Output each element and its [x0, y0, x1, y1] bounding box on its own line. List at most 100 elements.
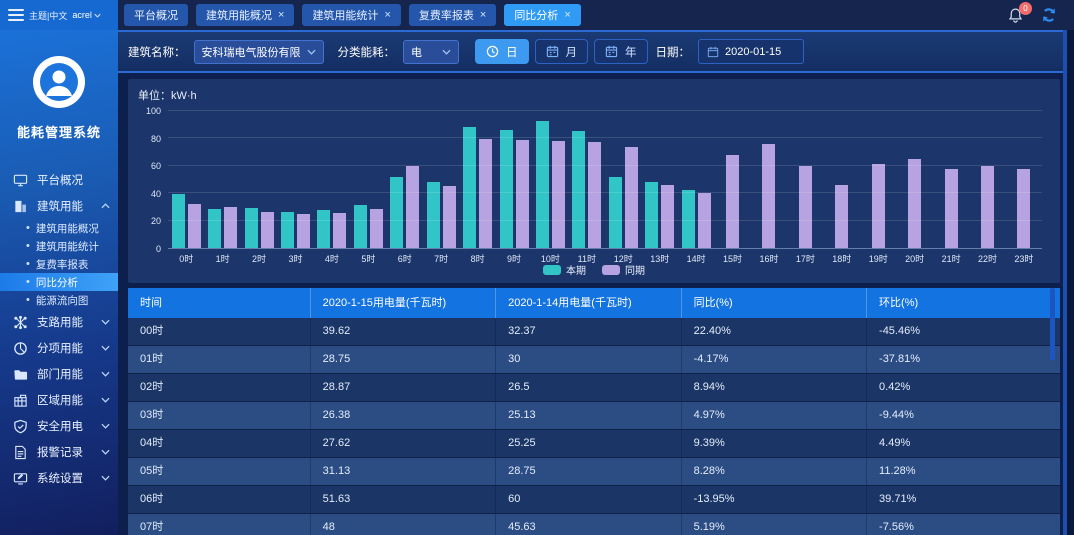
bar-group [896, 111, 932, 248]
sidebar-item[interactable]: 部门用能 [0, 361, 118, 387]
bar-本期 [317, 210, 330, 248]
sidebar-subitem[interactable]: •同比分析 [0, 273, 118, 291]
sidebar-item-label: 安全用电 [37, 418, 92, 434]
legend-label: 同期 [625, 262, 645, 277]
period-button-label: 月 [566, 44, 578, 60]
bar-group [314, 111, 350, 248]
table-cell: 27.62 [311, 430, 496, 457]
bar-同期 [799, 166, 812, 248]
legend-item[interactable]: 同期 [602, 262, 645, 277]
table-row: 06时51.6360-13.95%39.71% [128, 486, 1060, 514]
sidebar-item[interactable]: 安全用电 [0, 413, 118, 439]
period-button-label: 年 [625, 44, 637, 60]
building-select[interactable]: 安科瑞电气股份有限公司A楼 [194, 40, 324, 64]
tab[interactable]: 同比分析 × [504, 4, 580, 26]
table-cell: 48 [311, 514, 496, 535]
table-cell: -37.81% [867, 346, 1060, 373]
user-dropdown[interactable]: acrel [72, 10, 101, 20]
sidebar-subitem[interactable]: •建筑用能统计 [0, 237, 118, 255]
sidebar-item[interactable]: 报警记录 [0, 439, 118, 465]
bar-group [824, 111, 860, 248]
chart-panel: 单位：kW·h 020406080100 0时1时2时3时4时5时6时7时8时9… [128, 79, 1060, 283]
hamburger-menu-icon[interactable] [8, 9, 24, 21]
table-cell: 05时 [128, 458, 311, 485]
sidebar-item[interactable]: 区域用能 [0, 387, 118, 413]
table-cell: 4.97% [682, 402, 867, 429]
tab[interactable]: 复费率报表 × [409, 4, 496, 26]
date-picker[interactable]: 2020-01-15 [698, 39, 804, 64]
pie-icon [13, 341, 28, 356]
table-row: 02时28.8726.58.94%0.42% [128, 374, 1060, 402]
period-button[interactable]: 年 [594, 39, 648, 64]
branch-icon [13, 315, 28, 330]
bar-本期 [208, 209, 221, 248]
bar-同期 [516, 140, 529, 248]
bar-同期 [1017, 169, 1030, 248]
sidebar-subitem-label: 建筑用能概况 [36, 221, 99, 236]
sidebar-subitem[interactable]: •能源流向图 [0, 291, 118, 309]
sidebar-item-label: 建筑用能 [37, 198, 92, 214]
sidebar-item[interactable]: 系统设置 [0, 465, 118, 491]
table-scrollbar-thumb[interactable] [1050, 288, 1055, 360]
period-button[interactable]: 日 [475, 39, 529, 64]
tab[interactable]: 建筑用能统计× [302, 4, 400, 26]
tab-bar: 平台概况 建筑用能概况× 建筑用能统计× 复费率报表 × 同比分析 × [118, 0, 999, 30]
table-header-cell: 2020-1-14用电量(千瓦时) [496, 288, 681, 318]
sidebar-item[interactable]: 支路用能 [0, 309, 118, 335]
tab-close-icon[interactable]: × [480, 10, 486, 21]
topbar: 主题|中文 acrel 平台概况建筑用能概况×建筑用能统计×复费率报表×同比分析… [0, 0, 1074, 30]
bar-group [387, 111, 423, 248]
table-row: 07时4845.635.19%-7.56% [128, 514, 1060, 535]
bar-同期 [981, 166, 994, 248]
table-header-cell: 时间 [128, 288, 311, 318]
bullet-icon: • [26, 240, 30, 252]
bar-同期 [872, 164, 885, 248]
page-scrollbar-thumb[interactable] [1063, 30, 1067, 535]
system-title: 能耗管理系统 [0, 122, 118, 141]
report-icon [13, 445, 28, 460]
sidebar-item[interactable]: 分项用能 [0, 335, 118, 361]
bar-同期 [224, 207, 237, 248]
sidebar-item[interactable]: 平台概况 [0, 167, 118, 193]
table-cell: 5.19% [682, 514, 867, 535]
sidebar-item-label: 平台概况 [37, 172, 110, 188]
table-cell: 22.40% [682, 318, 867, 345]
date-value: 2020-01-15 [725, 46, 781, 58]
bar-本期 [172, 194, 185, 248]
table-row: 05时31.1328.758.28%11.28% [128, 458, 1060, 486]
tab-close-icon[interactable]: × [384, 10, 390, 21]
table-cell: 31.13 [311, 458, 496, 485]
legend-item[interactable]: 本期 [543, 262, 586, 277]
tab-close-icon[interactable]: × [278, 10, 284, 21]
region-icon [13, 393, 28, 408]
sidebar-item[interactable]: 建筑用能 [0, 193, 118, 219]
energy-type-select[interactable]: 电 [403, 40, 459, 64]
bar-group [496, 111, 532, 248]
tab-label: 同比分析 [514, 7, 558, 23]
tab-label: 复费率报表 [419, 7, 474, 23]
chart-unit-label: 单位：kW·h [138, 87, 1048, 103]
avatar[interactable] [33, 56, 85, 108]
refresh-icon[interactable] [1040, 6, 1058, 24]
sidebar-item-label: 分项用能 [37, 340, 92, 356]
bar-本期 [245, 208, 258, 248]
period-button[interactable]: 月 [535, 39, 589, 64]
bar-同期 [406, 166, 419, 248]
tab-label: 平台概况 [134, 7, 178, 23]
notification-bell-icon[interactable]: 0 [1007, 7, 1024, 24]
sidebar-item-label: 支路用能 [37, 314, 92, 330]
theme-language-switch[interactable]: 主题|中文 [29, 9, 67, 22]
tab-close-icon[interactable]: × [564, 10, 570, 21]
bar-本期 [536, 121, 549, 248]
table-cell: 39.62 [311, 318, 496, 345]
tab[interactable]: 平台概况 [124, 4, 188, 26]
chevron-down-icon [94, 13, 101, 18]
page-scrollbar [1063, 30, 1074, 535]
table-cell: 32.37 [496, 318, 681, 345]
tab[interactable]: 建筑用能概况× [196, 4, 294, 26]
sidebar-subitem[interactable]: •建筑用能概况 [0, 219, 118, 237]
table-cell: 26.5 [496, 374, 681, 401]
settings-icon [13, 471, 28, 486]
bar-同期 [370, 209, 383, 248]
sidebar-subitem[interactable]: •复费率报表 [0, 255, 118, 273]
